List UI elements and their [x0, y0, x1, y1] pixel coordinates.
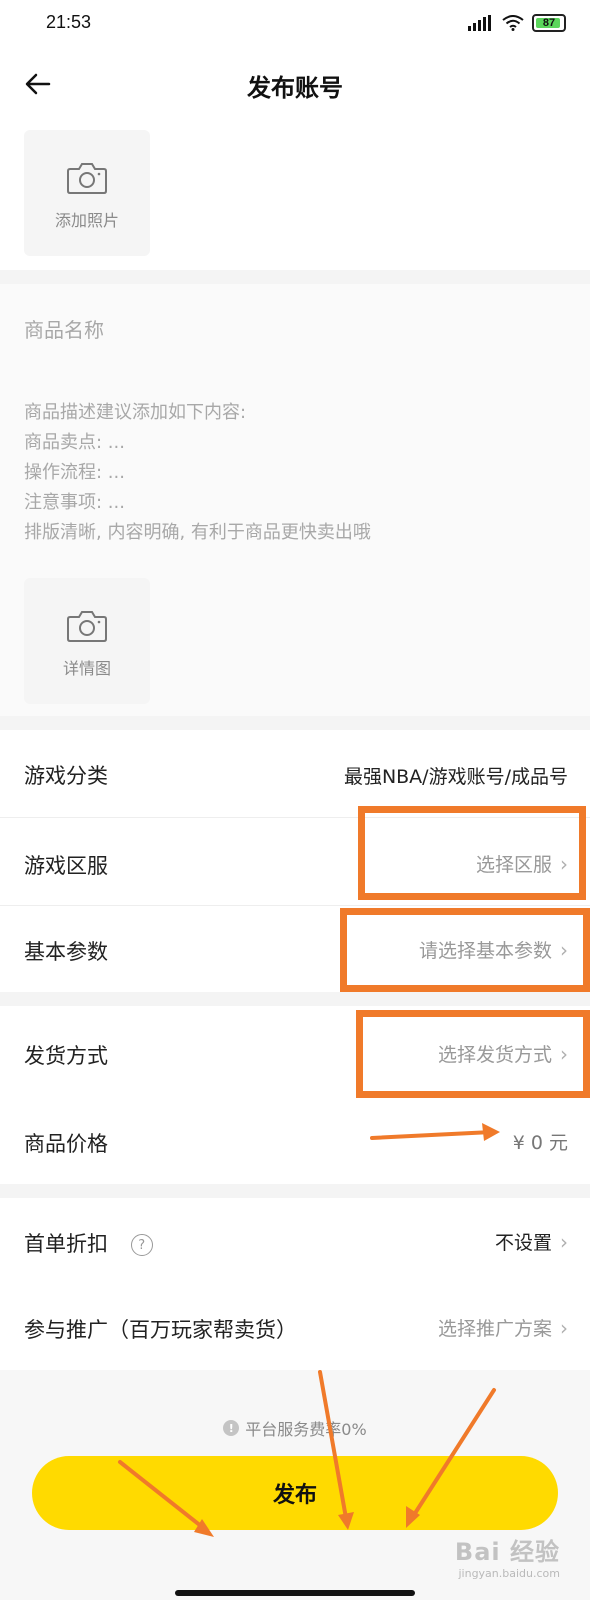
camera-icon: [67, 611, 107, 642]
publish-button[interactable]: 发布: [32, 1456, 558, 1530]
photo-section: 添加照片: [0, 122, 590, 270]
battery-icon: 87: [532, 14, 566, 32]
annotation-box: [358, 806, 586, 900]
description-hint-line: 排版清晰, 内容明确, 有利于商品更快卖出哦: [24, 522, 371, 543]
fee-note: ! 平台服务费率0%: [0, 1416, 590, 1440]
nav-bar: 发布账号: [0, 48, 590, 122]
delivery-label: 发货方式: [24, 1044, 108, 1068]
status-time: 21:53: [46, 12, 92, 32]
price-input[interactable]: ¥ 0 元: [513, 1128, 568, 1155]
chevron-right-icon: ›: [560, 1229, 568, 1254]
promotion-select[interactable]: 选择推广方案 ›: [438, 1314, 568, 1341]
first-discount-label: 首单折扣: [24, 1232, 108, 1256]
signal-icon: [468, 15, 491, 31]
description-hint-line: 商品描述建议添加如下内容:: [24, 402, 247, 423]
detail-photo-button[interactable]: 详情图: [24, 578, 150, 704]
page-title: 发布账号: [247, 74, 343, 102]
first-discount-value: 不设置: [494, 1232, 552, 1254]
help-icon[interactable]: ?: [130, 1234, 153, 1256]
annotation-box: [340, 908, 590, 992]
watermark: Bai 经验 jingyan.baidu.com: [455, 1532, 560, 1580]
game-category-label: 游戏分类: [24, 764, 108, 788]
product-description-input[interactable]: 商品描述建议添加如下内容: 商品卖点: ... 操作流程: ... 注意事项: …: [24, 398, 371, 548]
detail-photo-label: 详情图: [62, 659, 111, 678]
product-name-input[interactable]: 商品名称: [24, 314, 104, 343]
section-divider: [0, 1184, 590, 1198]
info-icon: !: [223, 1420, 240, 1436]
wifi-icon: [502, 15, 524, 31]
battery-level: 87: [542, 17, 556, 29]
first-discount-select[interactable]: 不设置 ›: [495, 1228, 568, 1255]
price-row[interactable]: 商品价格 ¥ 0 元: [0, 1098, 590, 1184]
promotion-value: 选择推广方案: [437, 1318, 552, 1340]
add-photo-label: 添加照片: [54, 211, 119, 230]
description-hint-line: 商品卖点: ...: [24, 432, 125, 453]
status-bar: 21:53 87: [0, 0, 590, 48]
game-category-row[interactable]: 游戏分类 最强NBA/游戏账号/成品号: [0, 730, 590, 818]
add-photo-button[interactable]: 添加照片: [24, 130, 150, 256]
watermark-brand: Bai 经验: [454, 1538, 560, 1566]
description-hint-line: 操作流程: ...: [24, 462, 125, 483]
price-label: 商品价格: [24, 1132, 108, 1156]
fee-note-text: 平台服务费率0%: [245, 1420, 367, 1439]
first-discount-label-wrap: 首单折扣 ?: [24, 1228, 153, 1258]
section-divider: [0, 270, 590, 284]
status-icons: 87: [468, 14, 566, 32]
basic-params-label: 基本参数: [24, 940, 108, 964]
section-divider: [0, 716, 590, 730]
annotation-box: [356, 1010, 590, 1098]
camera-icon: [67, 163, 107, 194]
chevron-right-icon: ›: [560, 1315, 568, 1340]
description-section: 商品名称 商品描述建议添加如下内容: 商品卖点: ... 操作流程: ... 注…: [0, 284, 590, 716]
promotion-row[interactable]: 参与推广（百万玩家帮卖货） 选择推广方案 ›: [0, 1284, 590, 1370]
description-hint-line: 注意事项: ...: [24, 492, 125, 513]
game-server-label: 游戏区服: [24, 854, 108, 878]
watermark-url: jingyan.baidu.com: [458, 1567, 560, 1580]
game-category-value: 最强NBA/游戏账号/成品号: [343, 766, 568, 788]
home-indicator: [175, 1590, 415, 1596]
promotion-label: 参与推广（百万玩家帮卖货）: [24, 1318, 297, 1342]
first-discount-row[interactable]: 首单折扣 ? 不设置 ›: [0, 1198, 590, 1284]
section-divider: [0, 992, 590, 1006]
